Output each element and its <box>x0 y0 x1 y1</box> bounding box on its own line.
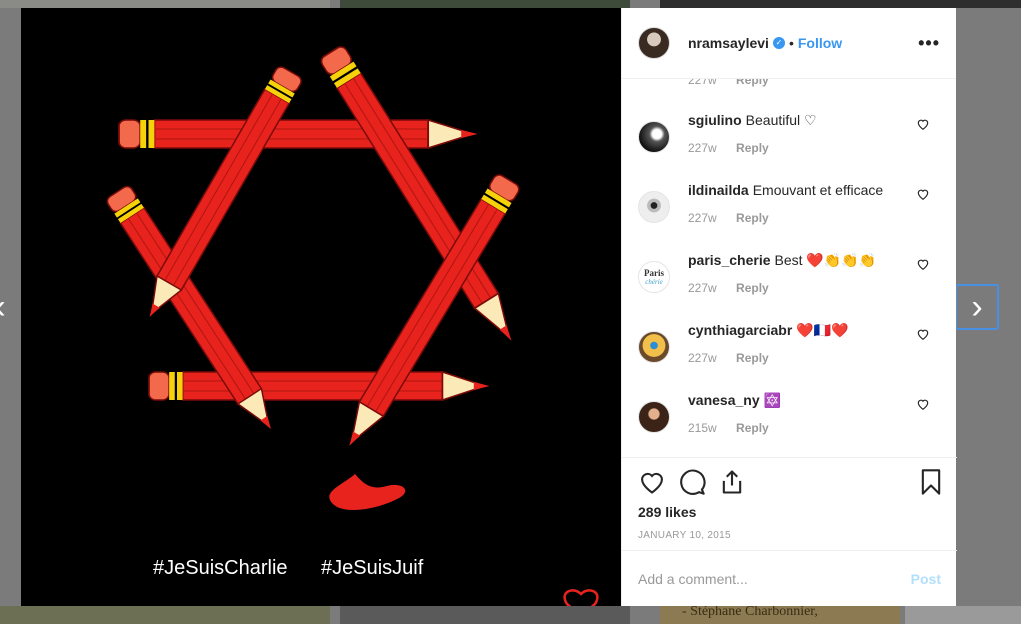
reply-button[interactable]: Reply <box>736 351 769 365</box>
reply-button[interactable]: Reply <box>736 281 769 295</box>
commenter-avatar[interactable] <box>638 401 670 433</box>
comment-text: Emouvant et efficace <box>752 182 884 198</box>
more-options-icon[interactable]: ••• <box>918 33 940 54</box>
comment-time: 227w <box>688 79 717 87</box>
reply-button[interactable]: Reply <box>736 141 769 155</box>
comment-text: ❤️🇫🇷❤️ <box>796 322 849 338</box>
commenter-username[interactable]: paris_cherie <box>688 252 771 268</box>
comment-time: 227w <box>688 351 717 365</box>
post-modal: #JeSuisCharlie #JeSuisJuif nramsaylevi ✓… <box>21 8 957 606</box>
post-comment-button[interactable]: Post <box>911 571 941 587</box>
likes-count[interactable]: 289 likes <box>638 504 696 520</box>
comment-text: Best ❤️👏👏👏 <box>774 252 877 268</box>
commenter-avatar[interactable] <box>638 191 670 223</box>
verified-badge-icon: ✓ <box>772 37 785 49</box>
author-avatar[interactable] <box>638 27 670 59</box>
comments-panel: nramsaylevi ✓ • Follow ••• 227w Reply sg… <box>621 8 957 606</box>
paris-cherie-logo-top: Paris <box>644 267 664 278</box>
save-bookmark-icon[interactable] <box>917 468 945 496</box>
feed-tile <box>905 606 1021 624</box>
previous-post-chevron-icon[interactable]: ‹ <box>0 284 22 330</box>
comment-time: 227w <box>688 281 717 295</box>
add-comment-input[interactable] <box>638 570 911 587</box>
paris-cherie-logo-bottom: chérie <box>645 277 663 286</box>
comment-item: sgiulino Beautiful ♡ 227w Reply <box>622 101 957 171</box>
commenter-username[interactable]: cynthiagarciabr <box>688 322 792 338</box>
post-date: JANUARY 10, 2015 <box>638 530 731 541</box>
comment-item: Paris chérie paris_cherie Best ❤️👏👏👏 227w… <box>622 241 957 311</box>
like-comment-heart-icon[interactable] <box>916 187 930 201</box>
like-comment-heart-icon[interactable] <box>916 397 930 411</box>
commenter-avatar[interactable] <box>638 121 670 153</box>
commenter-username[interactable]: sgiulino <box>688 112 742 128</box>
feed-caption-fragment: - Stéphane Charbonnier, <box>682 604 818 619</box>
comment-time: 215w <box>688 421 717 435</box>
reply-button[interactable]: Reply <box>736 421 769 435</box>
like-comment-heart-icon[interactable] <box>916 257 930 271</box>
separator-dot: • <box>788 35 794 51</box>
feed-tile <box>340 606 630 624</box>
feed-tile <box>0 0 330 8</box>
like-comment-heart-icon[interactable] <box>916 327 930 341</box>
post-header: nramsaylevi ✓ • Follow ••• <box>622 8 956 79</box>
comment-item: cynthiagarciabr ❤️🇫🇷❤️ 227w Reply <box>622 311 957 381</box>
commenter-avatar[interactable] <box>638 331 670 363</box>
comment-time: 227w <box>688 211 717 225</box>
hashtag-charlie: #JeSuisCharlie <box>153 557 288 579</box>
like-heart-icon[interactable] <box>638 468 666 496</box>
comment-list[interactable]: 227w Reply sgiulino Beautiful ♡ 227w Repl… <box>622 79 957 457</box>
share-upload-icon[interactable] <box>718 468 746 496</box>
post-actions: 289 likes JANUARY 10, 2015 <box>622 457 957 550</box>
comment-form: Post <box>622 550 957 606</box>
comment-item: ildinailda Emouvant et efficace 227w Repl… <box>622 171 957 241</box>
feed-tile <box>0 606 330 624</box>
feed-tile <box>660 0 1021 8</box>
comment-item: vanesa_ny 🔯 215w Reply <box>622 381 957 451</box>
reply-button[interactable]: Reply <box>736 211 769 225</box>
comment-bubble-icon[interactable] <box>678 468 706 496</box>
comment-text: 🔯 <box>763 392 782 408</box>
commenter-avatar[interactable]: Paris chérie <box>638 261 670 293</box>
hashtag-juif: #JeSuisJuif <box>321 557 424 579</box>
post-image: #JeSuisCharlie #JeSuisJuif <box>21 8 621 606</box>
commenter-username[interactable]: vanesa_ny <box>688 392 760 408</box>
commenter-username[interactable]: ildinailda <box>688 182 749 198</box>
comment-text: Beautiful ♡ <box>745 112 817 128</box>
follow-button[interactable]: Follow <box>798 35 842 51</box>
comment-time: 227w <box>688 141 717 155</box>
next-post-chevron-icon[interactable]: › <box>955 284 999 330</box>
partial-comment-meta: 227w Reply <box>688 79 785 87</box>
author-username[interactable]: nramsaylevi <box>688 35 769 51</box>
like-comment-heart-icon[interactable] <box>916 117 930 131</box>
reply-button[interactable]: Reply <box>736 79 769 87</box>
feed-tile <box>340 0 630 8</box>
